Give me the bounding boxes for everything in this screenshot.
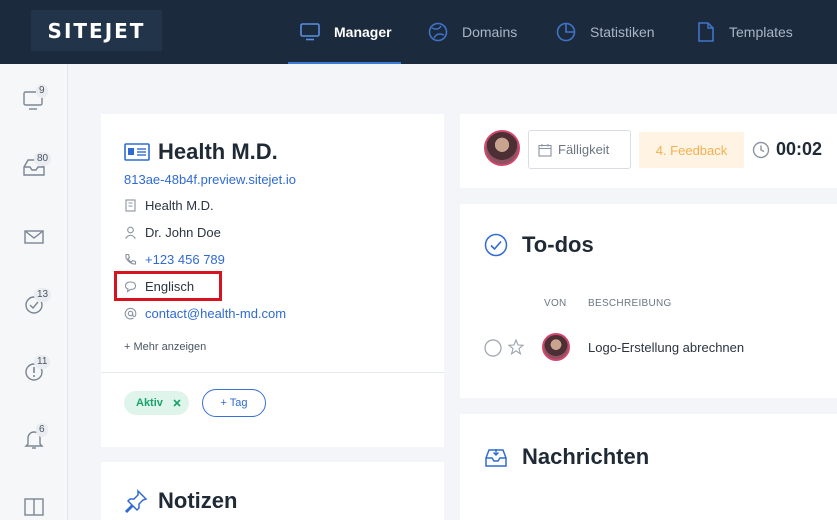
nav-manager[interactable]: Manager: [288, 0, 401, 64]
sidebar-item-columns[interactable]: [22, 495, 46, 519]
nav-statistiken[interactable]: Statistiken: [556, 0, 655, 64]
top-navigation: SITEJET Manager Domains Statistiken Temp…: [0, 0, 837, 64]
sidebar-badge-monitor: 9: [36, 84, 48, 98]
calendar-icon: [538, 143, 552, 157]
tag-aktiv[interactable]: Aktiv: [124, 391, 189, 415]
pie-chart-icon: [556, 22, 576, 42]
contact-language-row: Englisch: [124, 279, 194, 294]
phone-icon: [125, 253, 137, 265]
column-von: VON: [544, 298, 567, 309]
column-beschreibung: BESCHREIBUNG: [588, 298, 672, 309]
sidebar-badge-bell: 6: [36, 423, 48, 437]
tag-aktiv-label: Aktiv: [136, 397, 163, 409]
inbox-tray-icon: [485, 449, 507, 467]
at-sign-icon: [124, 307, 137, 320]
status-label: 4. Feedback: [655, 142, 728, 158]
sidebar-item-mail[interactable]: [22, 225, 46, 249]
contact-email-link[interactable]: contact@health-md.com: [145, 306, 286, 321]
notes-header: Notizen: [124, 488, 237, 514]
close-icon[interactable]: [173, 399, 181, 407]
contact-company: Health M.D.: [145, 198, 214, 213]
todos-card: To-dos VON BESCHREIBUNG Logo-Erstellung …: [460, 204, 837, 398]
contact-email-row: contact@health-md.com: [124, 306, 286, 321]
messages-card: Nachrichten: [460, 414, 837, 520]
due-date-label: Fälligkeit: [558, 142, 610, 157]
monitor-icon: [300, 23, 320, 41]
status-button[interactable]: 4. Feedback: [639, 132, 744, 168]
messages-title: Nachrichten: [522, 444, 650, 469]
todos-header: To-dos: [484, 232, 594, 258]
columns-icon: [24, 498, 44, 516]
notes-title: Notizen: [158, 488, 238, 513]
document-icon: [698, 22, 714, 42]
card-divider: [101, 372, 444, 373]
nav-domains-label: Domains: [462, 24, 518, 40]
due-date-button[interactable]: Fälligkeit: [528, 130, 631, 169]
timer[interactable]: 00:02: [752, 139, 822, 160]
todo-description[interactable]: Logo-Erstellung abrechnen: [588, 340, 744, 355]
mail-icon: [24, 230, 44, 244]
todos-title: To-dos: [522, 232, 594, 257]
nav-domains[interactable]: Domains: [428, 0, 517, 64]
globe-icon: [428, 22, 448, 42]
contact-person: Dr. John Doe: [145, 225, 221, 240]
sidebar-badge-alert-clock: 11: [34, 355, 51, 369]
clock-icon: [752, 141, 770, 158]
sidebar-badge-check-clock: 13: [34, 288, 52, 302]
todo-assignee-avatar[interactable]: [542, 333, 570, 361]
contact-card-icon: [124, 143, 150, 161]
messages-header: Nachrichten: [484, 444, 649, 470]
contact-title: Health M.D.: [158, 139, 278, 164]
show-more-link[interactable]: + Mehr anzeigen: [124, 341, 206, 353]
contact-person-row: Dr. John Doe: [124, 225, 221, 240]
contact-url-link[interactable]: 813ae-48b4f.preview.sitejet.io: [124, 172, 296, 187]
project-toolbar: Fälligkeit 4. Feedback 00:02: [460, 114, 837, 188]
timer-value: 00:02: [776, 139, 823, 159]
nav-manager-label: Manager: [334, 24, 392, 40]
speech-bubble-icon: [124, 281, 137, 293]
notes-card: Notizen: [101, 462, 444, 520]
todo-row: Logo-Erstellung abrechnen: [460, 330, 837, 366]
sidebar-badge-inbox: 80: [34, 152, 52, 166]
todo-checkbox-icon[interactable]: [484, 339, 502, 357]
star-icon[interactable]: [508, 339, 524, 355]
sitejet-logo[interactable]: SITEJET: [31, 10, 162, 51]
nav-statistiken-label: Statistiken: [590, 24, 655, 40]
check-circle-icon: [484, 233, 508, 257]
contact-header: Health M.D.: [124, 139, 278, 165]
contact-phone-row: +123 456 789: [124, 252, 225, 267]
nav-templates[interactable]: Templates: [697, 0, 793, 64]
assignee-avatar[interactable]: [484, 130, 520, 166]
add-tag-label: + Tag: [220, 397, 248, 409]
contact-card: Health M.D. 813ae-48b4f.preview.sitejet.…: [101, 114, 444, 447]
contact-language: Englisch: [145, 279, 195, 294]
building-icon: [125, 199, 136, 212]
add-tag-button[interactable]: + Tag: [202, 389, 266, 417]
contact-company-row: Health M.D.: [124, 198, 214, 213]
left-sidebar: 9 80 13 11 6: [0, 64, 68, 520]
contact-phone-link[interactable]: +123 456 789: [145, 252, 225, 267]
user-icon: [125, 226, 136, 239]
nav-templates-label: Templates: [729, 24, 793, 40]
pin-icon: [124, 489, 148, 513]
